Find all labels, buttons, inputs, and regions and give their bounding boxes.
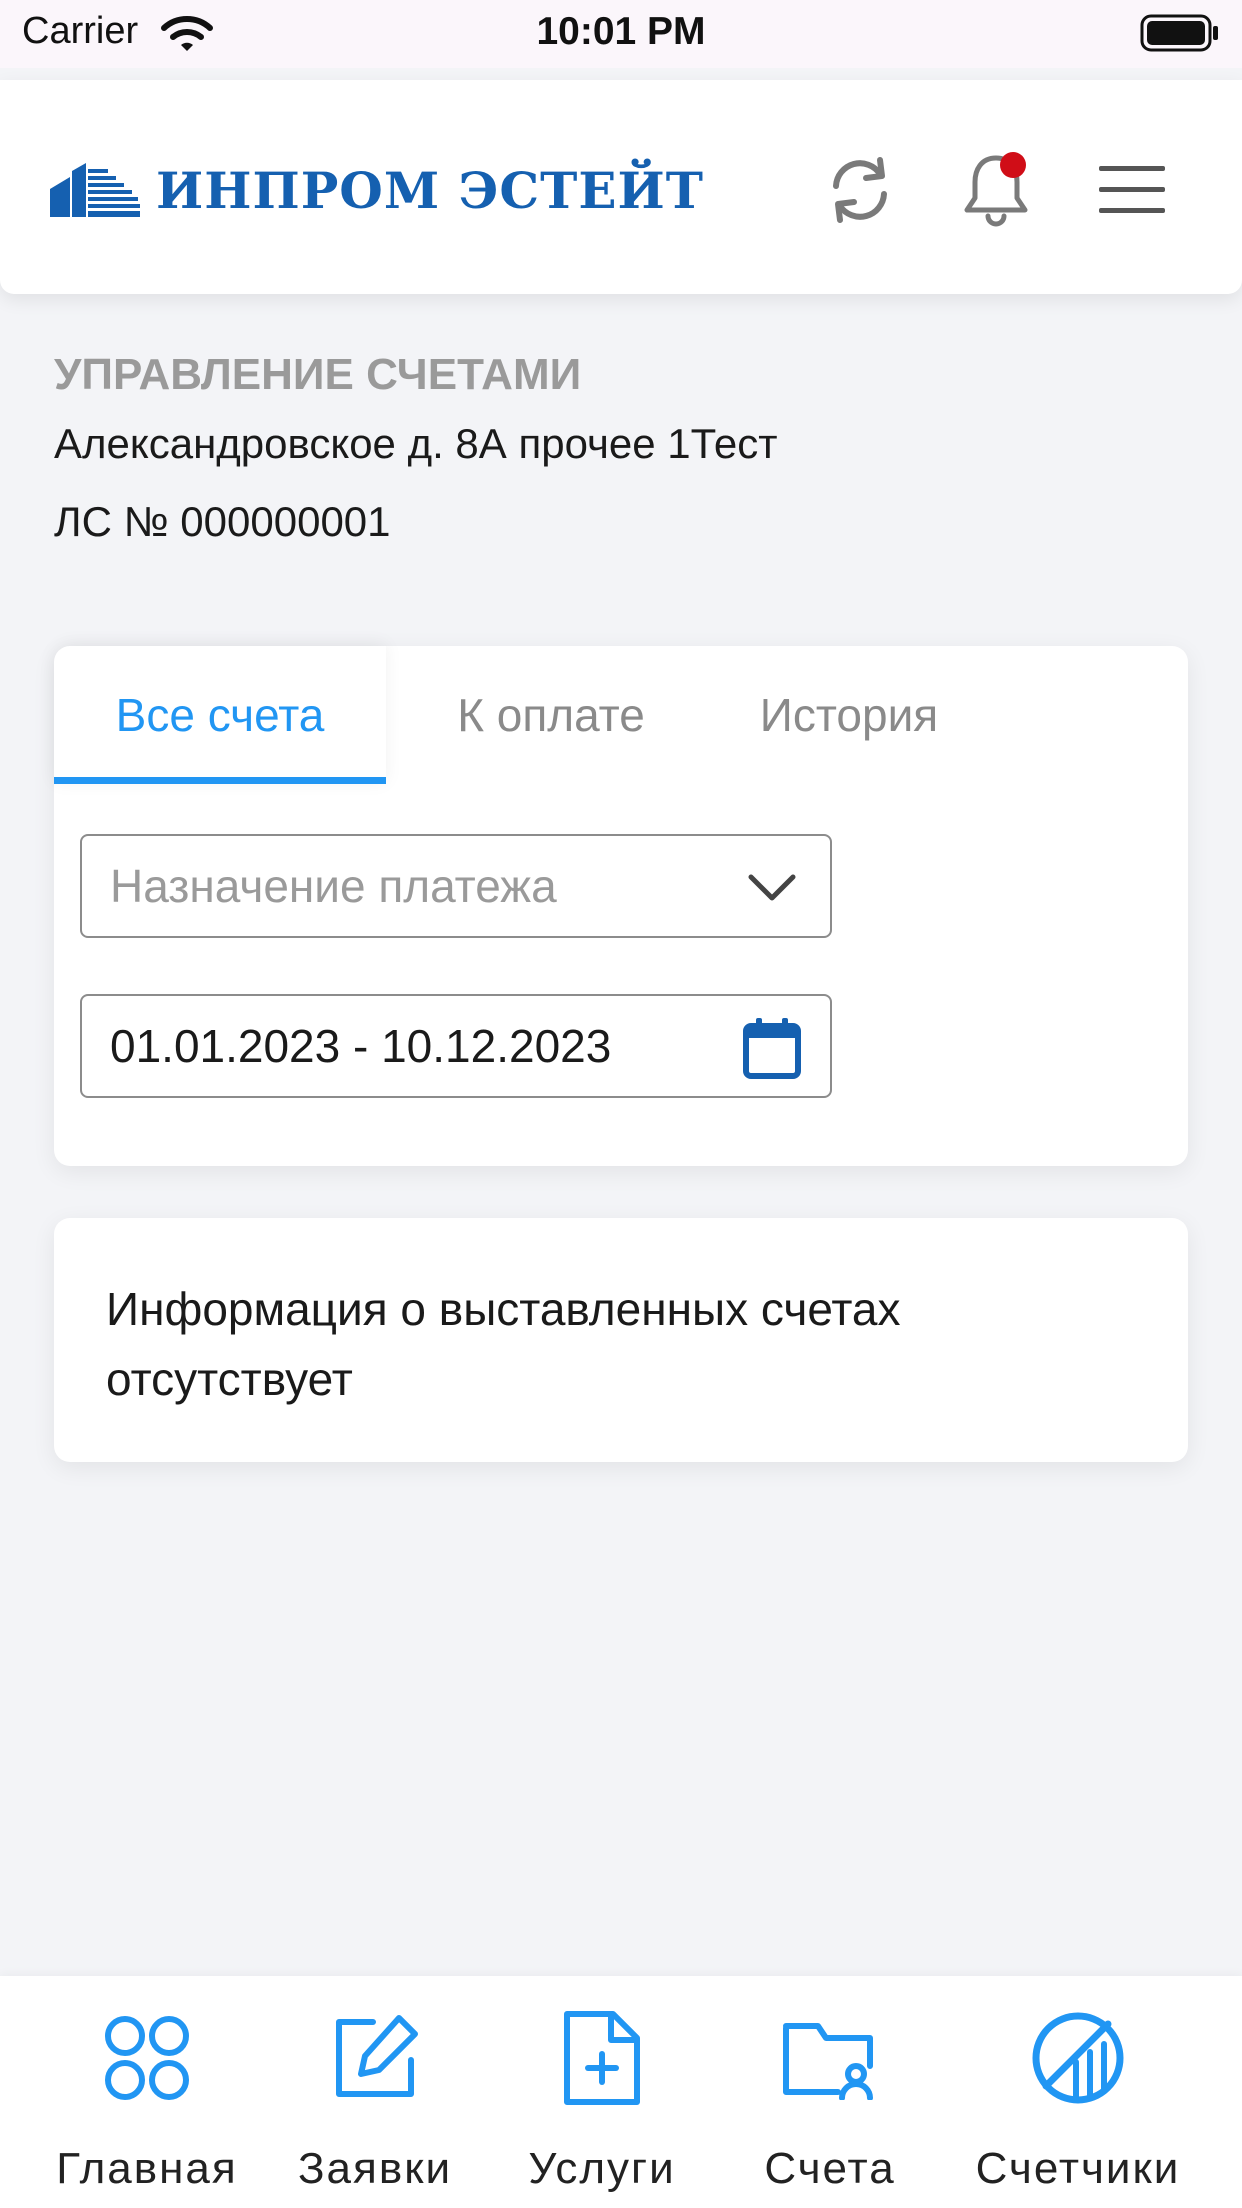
no-bills-info-card: Информация о выставленных счетах отсутст… — [54, 1218, 1188, 1462]
no-bills-message: Информация о выставленных счетах отсутст… — [106, 1283, 901, 1405]
refresh-button[interactable] — [820, 150, 900, 230]
building-logo-icon — [50, 163, 140, 217]
nav-bills[interactable]: Счета — [710, 1976, 950, 2208]
company-logo[interactable]: ИНПРОМ ЭСТЕЙТ — [50, 160, 704, 220]
refresh-icon — [833, 157, 887, 223]
nav-home[interactable]: Главная — [27, 1976, 267, 2208]
nav-meters-label: Счетчики — [975, 2144, 1181, 2193]
nav-bills-label: Счета — [764, 2144, 896, 2193]
nav-home-label: Главная — [56, 2144, 238, 2193]
section-title: УПРАВЛЕНИЕ СЧЕТАМИ — [54, 350, 582, 399]
meter-icon — [1028, 2008, 1128, 2108]
nav-services-label: Услуги — [528, 2144, 676, 2193]
tab-to-pay[interactable]: К оплате — [436, 646, 666, 784]
bills-filter-card: Все счета К оплате История Назначение пл… — [54, 646, 1188, 1166]
nav-requests[interactable]: Заявки — [255, 1976, 495, 2208]
nav-requests-label: Заявки — [297, 2144, 453, 2193]
tab-all-bills[interactable]: Все счета — [54, 646, 386, 784]
date-range-field[interactable]: 01.01.2023 - 10.12.2023 — [80, 994, 832, 1098]
payment-purpose-select[interactable]: Назначение платежа — [80, 834, 832, 938]
nav-services[interactable]: Услуги — [482, 1976, 722, 2208]
payment-purpose-placeholder: Назначение платежа — [110, 860, 557, 912]
clock: 10:01 PM — [536, 10, 706, 53]
tab-history[interactable]: История — [714, 646, 984, 784]
notifications-button[interactable] — [956, 150, 1036, 230]
folder-user-icon — [780, 2008, 880, 2108]
notification-badge — [1000, 152, 1026, 178]
nav-meters[interactable]: Счетчики — [958, 1976, 1198, 2208]
battery-icon — [1140, 14, 1220, 57]
grid-circles-icon — [97, 2008, 197, 2108]
bottom-navigation: Главная Заявки Услуги Счета Счетчики — [0, 1976, 1242, 2208]
hamburger-menu-icon — [1099, 166, 1165, 213]
date-range-value: 01.01.2023 - 10.12.2023 — [110, 1020, 612, 1072]
account-address: Александровское д. 8А прочее 1Тест — [54, 420, 778, 467]
calendar-icon[interactable] — [742, 1018, 802, 1079]
logo-text: ИНПРОМ ЭСТЕЙТ — [156, 160, 704, 220]
account-number: ЛС № 000000001 — [54, 498, 391, 545]
status-bar: Carrier 10:01 PM — [0, 0, 1242, 68]
app-header: ИНПРОМ ЭСТЕЙТ — [0, 80, 1242, 294]
menu-button[interactable] — [1092, 150, 1172, 230]
file-plus-icon — [552, 2008, 652, 2108]
chevron-down-icon — [742, 858, 802, 918]
edit-icon — [325, 2008, 425, 2108]
